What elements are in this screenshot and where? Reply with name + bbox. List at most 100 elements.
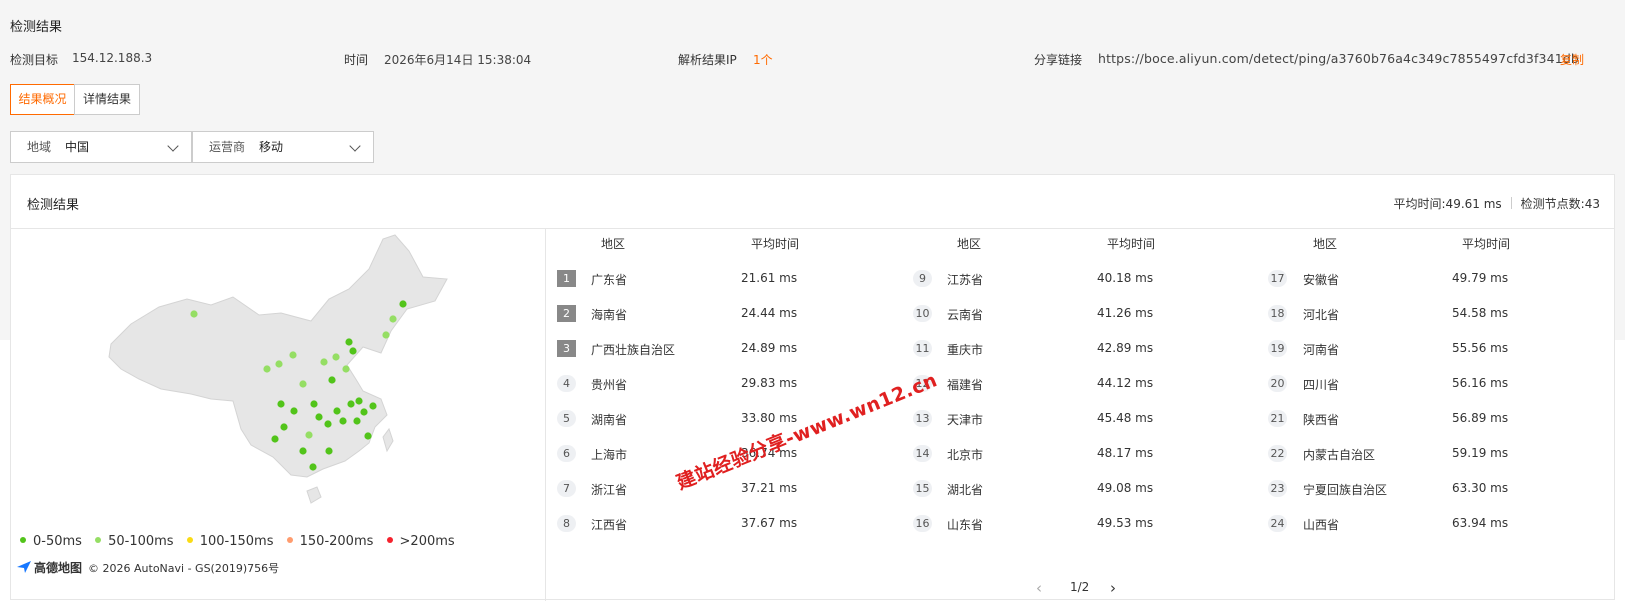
chevron-down-icon — [349, 140, 361, 152]
row-avg-time: 63.94 ms — [1452, 516, 1509, 530]
rank-badge: 2 — [557, 305, 576, 322]
isp-select-value: 移动 — [259, 140, 284, 154]
amap-brand[interactable]: 高德地图 — [34, 561, 82, 575]
row-avg-time: 21.61 ms — [741, 271, 798, 285]
legend-label: >200ms — [399, 534, 455, 549]
column-header-region: 地区 — [1313, 237, 1338, 251]
region-select[interactable]: 地域 中国 — [10, 131, 192, 163]
row-region: 陕西省 — [1303, 413, 1340, 427]
row-avg-time: 24.89 ms — [741, 341, 798, 355]
rank-badge: 22 — [1268, 445, 1287, 462]
row-region: 湖南省 — [591, 413, 628, 427]
summary-stats: 平均时间:49.61 ms 检测节点数:43 — [1394, 195, 1600, 212]
divider — [1510, 197, 1512, 209]
row-avg-time: 41.26 ms — [1097, 306, 1154, 320]
legend-dot — [20, 537, 26, 543]
hainan-shape — [306, 486, 322, 504]
legend-item: >200ms — [386, 534, 455, 549]
row-avg-time: 24.44 ms — [741, 306, 798, 320]
tab-overview[interactable]: 结果概况 — [10, 84, 75, 115]
row-region: 河北省 — [1303, 308, 1340, 322]
map-attribution: 高德地图 © 2026 AutoNavi - GS(2019)756号 — [17, 559, 279, 576]
row-region: 海南省 — [591, 308, 628, 322]
rank-badge: 6 — [557, 445, 576, 462]
row-avg-time: 37.67 ms — [741, 516, 798, 530]
row-avg-time: 49.53 ms — [1097, 516, 1154, 530]
column-header-region: 地区 — [601, 237, 626, 251]
rank-badge: 10 — [913, 305, 932, 322]
row-region: 上海市 — [591, 448, 628, 462]
row-avg-time: 56.16 ms — [1452, 376, 1509, 390]
page-title: 检测结果 — [10, 20, 63, 35]
node-count: 检测节点数:43 — [1520, 197, 1600, 211]
legend-label: 100-150ms — [199, 534, 274, 549]
row-region: 贵州省 — [591, 378, 628, 392]
isp-select[interactable]: 运营商 移动 — [192, 131, 374, 163]
share-link[interactable]: https://boce.aliyun.com/detect/ping/a376… — [1098, 51, 1579, 66]
rank-badge: 23 — [1268, 480, 1287, 497]
row-avg-time: 59.19 ms — [1452, 446, 1509, 460]
row-avg-time: 55.56 ms — [1452, 341, 1509, 355]
rank-badge: 5 — [557, 410, 576, 427]
row-avg-time: 29.83 ms — [741, 376, 798, 390]
rank-badge: 3 — [557, 340, 576, 357]
rank-badge: 4 — [557, 375, 576, 392]
results-panel-header: 检测结果 平均时间:49.61 ms 检测节点数:43 — [11, 175, 1614, 229]
rank-badge: 20 — [1268, 375, 1287, 392]
tab-details[interactable]: 详情结果 — [74, 84, 140, 115]
chevron-down-icon — [167, 140, 179, 152]
row-avg-time: 44.12 ms — [1097, 376, 1154, 390]
row-region: 浙江省 — [591, 483, 628, 497]
rank-badge: 18 — [1268, 305, 1287, 322]
time-value: 2026年6月14日 15:38:04 — [384, 53, 532, 67]
legend-dot — [95, 537, 102, 543]
row-region: 内蒙古自治区 — [1303, 448, 1376, 462]
row-avg-time: 63.30 ms — [1452, 481, 1509, 495]
target-value: 154.12.188.3 — [72, 51, 153, 65]
row-region: 宁夏回族自治区 — [1303, 483, 1388, 497]
region-select-value: 中国 — [65, 140, 90, 154]
row-region: 四川省 — [1303, 378, 1340, 392]
row-region: 江西省 — [591, 518, 628, 532]
row-region: 重庆市 — [947, 343, 984, 357]
row-region: 云南省 — [947, 308, 984, 322]
rank-badge: 21 — [1268, 410, 1287, 427]
prev-page-icon[interactable]: ‹ — [1036, 579, 1042, 597]
row-region: 广西壮族自治区 — [591, 343, 676, 357]
rank-badge: 19 — [1268, 340, 1287, 357]
isp-select-label: 运营商 — [209, 140, 246, 154]
next-page-icon[interactable]: › — [1110, 579, 1116, 597]
row-avg-time: 56.89 ms — [1452, 411, 1509, 425]
row-region: 河南省 — [1303, 343, 1340, 357]
ip-label: 解析结果IP — [678, 53, 737, 67]
legend-dot — [386, 537, 393, 543]
copy-button[interactable]: 复制 — [1560, 51, 1584, 68]
legend-item: 150-200ms — [286, 534, 374, 549]
row-region: 山东省 — [947, 518, 984, 532]
row-avg-time: 48.17 ms — [1097, 446, 1154, 460]
latency-legend: 0-50ms 50-100ms 100-150ms 150-200ms >200… — [20, 534, 464, 549]
rank-badge: 24 — [1268, 515, 1287, 532]
row-avg-time: 54.58 ms — [1452, 306, 1509, 320]
legend-dot — [186, 537, 193, 543]
row-region: 湖北省 — [947, 483, 984, 497]
row-region: 广东省 — [591, 273, 628, 287]
amap-logo-icon — [17, 561, 31, 573]
rank-badge: 15 — [913, 480, 932, 497]
legend-label: 0-50ms — [33, 534, 82, 549]
rank-badge: 1 — [557, 270, 576, 287]
page-indicator: 1/2 — [1070, 580, 1090, 594]
row-avg-time: 37.21 ms — [741, 481, 798, 495]
results-panel: 检测结果 平均时间:49.61 ms 检测节点数:43 0-50ms 50-10… — [10, 174, 1615, 601]
rank-badge: 11 — [913, 340, 932, 357]
column-header-avg: 平均时间 — [1462, 237, 1511, 251]
row-avg-time: 40.18 ms — [1097, 271, 1154, 285]
average-time: 平均时间:49.61 ms — [1393, 197, 1502, 211]
row-region: 山西省 — [1303, 518, 1340, 532]
row-avg-time: 45.48 ms — [1097, 411, 1154, 425]
ip-value[interactable]: 1个 — [753, 51, 773, 68]
row-avg-time: 42.89 ms — [1097, 341, 1154, 355]
time-label: 时间 — [344, 53, 369, 67]
share-label: 分享链接 — [1034, 53, 1083, 67]
legend-label: 150-200ms — [299, 534, 374, 549]
